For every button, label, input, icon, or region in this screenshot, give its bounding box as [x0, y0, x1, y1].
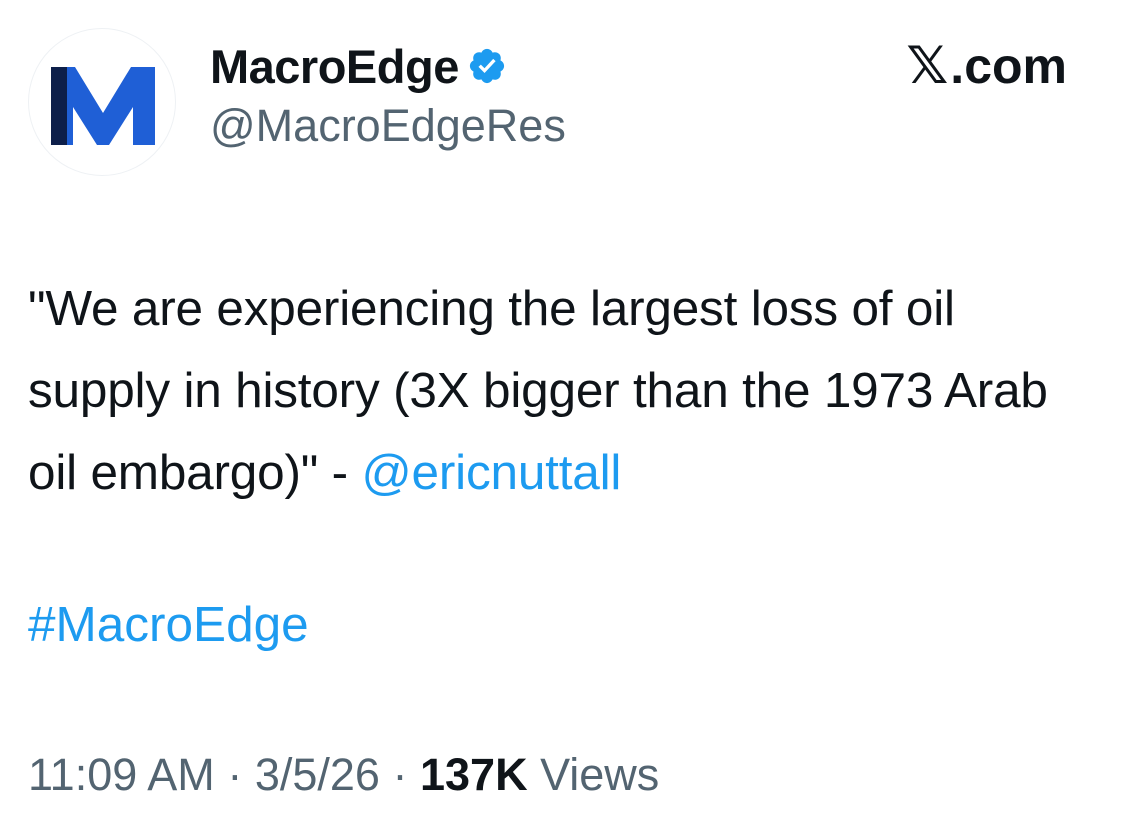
author-display-name[interactable]: MacroEdge: [210, 39, 459, 94]
x-logo-icon: 𝕏: [906, 36, 949, 96]
avatar[interactable]: [28, 28, 176, 176]
x-com-brand: 𝕏 .com: [906, 36, 1067, 96]
views-count: 137K: [419, 749, 528, 800]
verified-badge-icon: [467, 46, 507, 86]
hashtag-link[interactable]: #MacroEdge: [28, 597, 309, 652]
author-name-row: MacroEdge: [210, 36, 507, 96]
meta-separator: ·: [227, 749, 243, 800]
meta-separator: ·: [392, 749, 408, 800]
tweet-text: "We are experiencing the largest loss of…: [28, 268, 1108, 514]
macroedge-logo-icon: [51, 67, 155, 145]
mention-link[interactable]: @ericnuttall: [362, 445, 622, 500]
brand-domain-text: .com: [950, 38, 1067, 94]
tweet-time[interactable]: 11:09 AM: [28, 749, 215, 800]
tweet-meta: 11:09 AM · 3/5/26 · 137K Views: [28, 740, 659, 810]
author-handle[interactable]: @MacroEdgeRes: [210, 100, 566, 152]
views-label: Views: [540, 749, 660, 800]
tweet-date[interactable]: 3/5/26: [255, 749, 380, 800]
hashtag-line: #MacroEdge: [28, 590, 309, 660]
